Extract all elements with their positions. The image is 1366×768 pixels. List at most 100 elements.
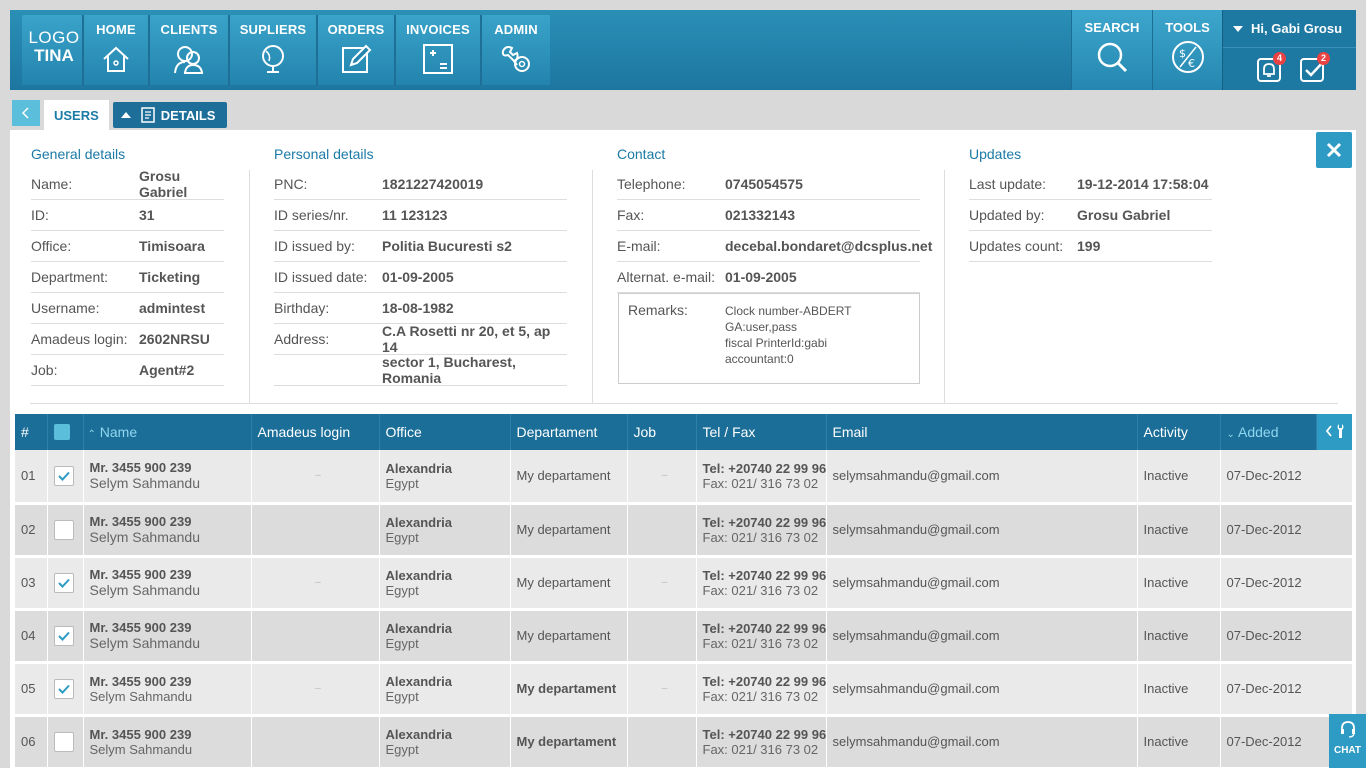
remarks-line: Clock number-ABDERT xyxy=(725,304,852,318)
row-checkbox[interactable] xyxy=(53,731,74,752)
detail-label: PNC: xyxy=(274,176,308,192)
table-row[interactable]: 03 Mr. 3455 900 239 Selym Sahmandu – Alex… xyxy=(15,556,1353,611)
row-checkbox[interactable] xyxy=(53,465,74,486)
logo-line2: TINA xyxy=(34,46,74,65)
amadeus-cell xyxy=(251,715,380,768)
email-cell: selymsahmandu@gmail.com xyxy=(826,503,1138,558)
col-name[interactable]: ⌃ Name xyxy=(83,414,252,450)
table-row[interactable]: 05 Mr. 3455 900 239 Selym Sahmandu – Alex… xyxy=(15,662,1353,717)
remarks-line: fiscal PrinterId:gabi xyxy=(725,336,828,350)
detail-row: Department: Ticketing xyxy=(31,262,224,293)
added-cell: 07-Dec-2012 xyxy=(1220,662,1353,717)
added-cell: 07-Dec-2012 xyxy=(1220,450,1353,505)
column-settings-button[interactable] xyxy=(1316,414,1352,450)
office-city: Alexandria xyxy=(385,726,452,742)
activity-cell: Inactive xyxy=(1137,450,1221,505)
currency-exchange-icon: $€ xyxy=(1171,41,1204,73)
tel-cell: Tel: +20740 22 99 96 Fax: 021/ 316 73 02 xyxy=(696,609,827,664)
col-added-label: Added xyxy=(1238,424,1279,440)
detail-value: 11 123123 xyxy=(382,207,448,223)
job-cell xyxy=(627,503,697,558)
fax-value: Fax: 021/ 316 73 02 xyxy=(702,475,819,491)
row-checkbox[interactable] xyxy=(53,625,74,646)
close-button[interactable] xyxy=(1316,132,1352,168)
email-cell: selymsahmandu@gmail.com xyxy=(826,662,1138,717)
client-name: Selym Sahmandu xyxy=(89,741,193,757)
svg-text:€: € xyxy=(1188,57,1195,70)
tasks-button[interactable]: 2 xyxy=(1300,52,1330,87)
col-email[interactable]: Email xyxy=(826,414,1138,450)
nav-orders-label: ORDERS xyxy=(327,22,385,37)
col-activity[interactable]: Activity xyxy=(1137,414,1221,450)
col-departament[interactable]: Departament xyxy=(510,414,628,450)
home-icon xyxy=(103,46,129,72)
user-dropdown[interactable]: Hi, Gabi Grosu xyxy=(1223,10,1356,48)
table-row[interactable]: 02 Mr. 3455 900 239 Selym Sahmandu Alexan… xyxy=(15,503,1353,558)
detail-label: Office: xyxy=(31,238,72,254)
row-checkbox[interactable] xyxy=(53,572,74,593)
col-tel-fax[interactable]: Tel / Fax xyxy=(696,414,827,450)
select-all-checkbox[interactable] xyxy=(53,424,70,440)
col-job[interactable]: Job xyxy=(627,414,697,450)
logo[interactable]: LOGO TINA xyxy=(22,15,86,85)
row-checkbox-cell xyxy=(47,609,84,664)
detail-value: 1821227420019 xyxy=(382,176,484,192)
detail-label: ID issued by: xyxy=(274,238,355,254)
nav-invoices[interactable]: INVOICES xyxy=(394,15,480,85)
sort-asc-icon: ⌃ xyxy=(87,429,96,440)
detail-label: Last update: xyxy=(969,176,1047,192)
tab-details[interactable]: DETAILS xyxy=(112,102,228,128)
client-name: Selym Sahmandu xyxy=(89,635,201,651)
logo-line1: LOGO xyxy=(28,28,80,47)
search-button[interactable]: SEARCH xyxy=(1071,10,1152,90)
job-cell: – xyxy=(627,662,697,717)
table-row[interactable]: 06 Mr. 3455 900 239 Selym Sahmandu Alexan… xyxy=(15,715,1353,768)
client-name: Selym Sahmandu xyxy=(89,529,201,545)
detail-row: ID: 31 xyxy=(31,200,224,231)
tel-value: Tel: +20740 22 99 96 xyxy=(702,673,826,689)
fax-value: Fax: 021/ 316 73 02 xyxy=(702,582,819,598)
tools-button[interactable]: TOOLS $ € xyxy=(1152,10,1222,90)
office-city: Alexandria xyxy=(385,514,452,530)
wrench-icon xyxy=(1325,423,1343,438)
notifications-button[interactable]: 4 xyxy=(1257,52,1286,87)
table-row[interactable]: 04 Mr. 3455 900 239 Selym Sahmandu Alexan… xyxy=(15,609,1353,664)
detail-row: Last update: 19-12-2014 17:58:04 xyxy=(969,169,1212,200)
row-checkbox-cell xyxy=(47,715,84,768)
email-cell: selymsahmandu@gmail.com xyxy=(826,609,1138,664)
row-checkbox[interactable] xyxy=(53,678,74,699)
tab-users[interactable]: USERS xyxy=(44,100,109,130)
nav-clients[interactable]: CLIENTS xyxy=(148,15,228,85)
detail-label: ID: xyxy=(31,207,49,223)
tel-cell: Tel: +20740 22 99 96 Fax: 021/ 316 73 02 xyxy=(696,715,827,768)
notifications-badge: 4 xyxy=(1273,52,1286,65)
table-row[interactable]: 01 Mr. 3455 900 239 Selym Sahmandu – Alex… xyxy=(15,450,1353,505)
detail-value: Timisoara xyxy=(139,238,205,254)
detail-label: E-mail: xyxy=(617,238,661,254)
chat-button[interactable]: CHAT xyxy=(1329,714,1366,768)
chat-label: CHAT xyxy=(1333,745,1362,756)
nav-orders[interactable]: ORDERS xyxy=(316,15,394,85)
row-checkbox[interactable] xyxy=(53,519,74,540)
back-button[interactable] xyxy=(12,100,40,126)
nav-admin[interactable]: ADMIN xyxy=(480,15,550,85)
detail-row: ID issued by: Politia Bucuresti s2 xyxy=(274,231,567,262)
added-cell: 07-Dec-2012 xyxy=(1220,556,1353,611)
col-added[interactable]: ⌄ Added xyxy=(1220,414,1317,450)
amadeus-cell: – xyxy=(251,450,380,505)
close-icon xyxy=(1326,142,1342,158)
nav-supliers[interactable]: SUPLIERS xyxy=(228,15,316,85)
check-icon xyxy=(57,631,70,641)
detail-row: Amadeus login: 2602NRSU xyxy=(31,324,224,355)
detail-value: decebal.bondaret@dcsplus.net xyxy=(725,238,933,254)
detail-label: Username: xyxy=(31,300,100,316)
tel-value: Tel: +20740 22 99 96 xyxy=(702,514,826,530)
row-num: 04 xyxy=(15,609,48,664)
row-num: 06 xyxy=(15,715,48,768)
tab-details-label: DETAILS xyxy=(160,107,216,123)
detail-value: sector 1, Bucharest, Romania xyxy=(382,354,516,386)
office-country: Egypt xyxy=(385,741,419,757)
col-office[interactable]: Office xyxy=(379,414,511,450)
nav-home[interactable]: HOME xyxy=(82,15,148,85)
col-amadeus[interactable]: Amadeus login xyxy=(251,414,380,450)
